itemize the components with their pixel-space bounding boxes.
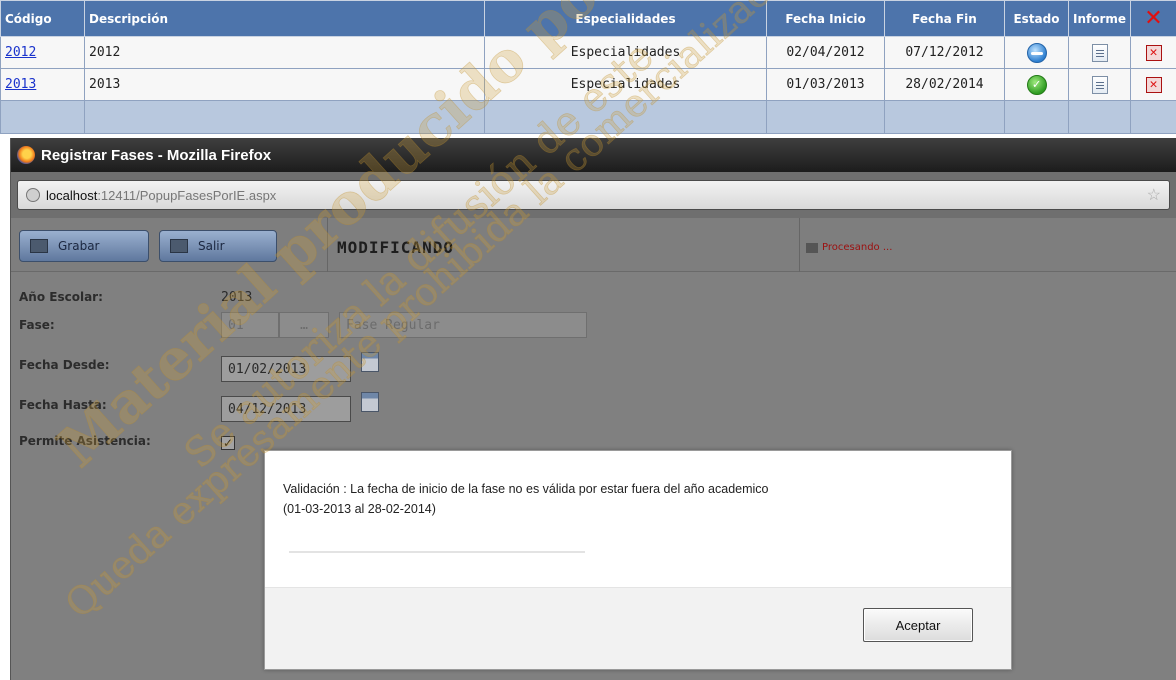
url-host: localhost (46, 187, 98, 203)
delete-icon[interactable]: ✕ (1145, 76, 1162, 93)
fecha-desde-field[interactable]: 01/02/2013 (221, 356, 351, 382)
fecha-hasta-label: Fecha Hasta: (19, 398, 107, 412)
save-icon (30, 239, 48, 253)
blue-minus-icon[interactable] (1026, 42, 1047, 63)
bookmark-star-icon[interactable]: ☆ (1147, 185, 1161, 205)
toolbar-divider (327, 218, 328, 272)
firefox-icon (17, 146, 35, 164)
codigo-link[interactable]: 2012 (5, 45, 36, 60)
fecha-inicio-cell: 01/03/2013 (766, 68, 885, 101)
anio-value: 2013 (221, 290, 253, 305)
table-row: 2012 2012 Especialidades 02/04/2012 07/1… (0, 36, 1176, 69)
validation-message-line2: (01-03-2013 al 28-02-2014) (283, 502, 436, 516)
informe-cell (1068, 68, 1131, 101)
report-icon[interactable] (1091, 75, 1108, 94)
table-row-empty (0, 100, 1176, 134)
url-bar: localhost:12411/PopupFasesPorIE.aspx ☆ (11, 172, 1176, 218)
fecha-fin-cell: 28/02/2014 (884, 68, 1005, 101)
delete-cell: ✕ (1130, 68, 1176, 101)
fecha-inicio-cell: 02/04/2012 (766, 36, 885, 69)
grid-header-row: Código Descripción Especialidades Fecha … (0, 0, 1176, 37)
loading-icon (806, 242, 818, 253)
toolbar-divider (799, 218, 800, 272)
table-row: 2013 2013 Especialidades 01/03/2013 28/0… (0, 68, 1176, 101)
informe-cell (1068, 36, 1131, 69)
fecha-fin-cell: 07/12/2012 (884, 36, 1005, 69)
fase-code-field[interactable]: 01 (221, 312, 279, 338)
window-title: Registrar Fases - Mozilla Firefox (41, 146, 272, 164)
col-header-informe[interactable]: Informe (1068, 0, 1131, 37)
col-header-fecha-inicio[interactable]: Fecha Inicio (766, 0, 885, 37)
delete-all-icon[interactable]: ✕ (1144, 6, 1162, 31)
validation-dialog: Validación : La fecha de inicio de la fa… (264, 450, 1012, 670)
form-toolbar: Grabar Salir MODIFICANDO Procesando ... (11, 218, 1176, 272)
delete-cell: ✕ (1130, 36, 1176, 69)
codigo-link[interactable]: 2013 (5, 77, 36, 92)
delete-icon[interactable]: ✕ (1145, 44, 1162, 61)
descripcion-cell: 2012 (84, 36, 485, 69)
address-field[interactable]: localhost:12411/PopupFasesPorIE.aspx ☆ (17, 180, 1170, 210)
col-header-descripcion[interactable]: Descripción (84, 0, 485, 37)
especialidades-cell: Especialidades (484, 68, 767, 101)
url-path: :12411/PopupFasesPorIE.aspx (97, 187, 277, 203)
descripcion-cell: 2013 (84, 68, 485, 101)
fase-label: Fase: (19, 318, 55, 332)
grabar-button[interactable]: Grabar (19, 230, 149, 262)
estado-cell (1004, 36, 1069, 69)
col-header-estado[interactable]: Estado (1004, 0, 1069, 37)
calendar-icon[interactable] (361, 352, 379, 372)
fase-lookup-button[interactable]: … (279, 312, 329, 338)
dialog-divider (289, 551, 585, 553)
col-header-delete: ✕ (1130, 0, 1176, 37)
asistencia-label: Permite Asistencia: (19, 434, 151, 448)
fecha-hasta-field[interactable]: 04/12/2013 (221, 396, 351, 422)
estado-cell: ✓ (1004, 68, 1069, 101)
salir-button[interactable]: Salir (159, 230, 277, 262)
validation-message: Validación : La fecha de inicio de la fa… (283, 479, 983, 519)
dialog-footer: Aceptar (265, 587, 1011, 669)
processing-text: Procesando ... (822, 242, 893, 253)
fecha-desde-label: Fecha Desde: (19, 358, 110, 372)
anio-label: Año Escolar: (19, 290, 103, 304)
validation-message-line1: Validación : La fecha de inicio de la fa… (283, 482, 769, 496)
fase-desc-field[interactable]: Fase Regular (339, 312, 587, 338)
aceptar-button[interactable]: Aceptar (863, 608, 973, 642)
exit-icon (170, 239, 188, 253)
globe-icon (26, 188, 40, 202)
green-check-icon[interactable]: ✓ (1026, 74, 1047, 95)
grabar-label: Grabar (58, 239, 100, 253)
col-header-codigo[interactable]: Código (0, 0, 85, 37)
col-header-fecha-fin[interactable]: Fecha Fin (884, 0, 1005, 37)
screen: Código Descripción Especialidades Fecha … (0, 0, 1176, 680)
mode-status: MODIFICANDO (337, 238, 454, 257)
asistencia-checkbox[interactable]: ✓ (221, 436, 235, 450)
fases-grid: Código Descripción Especialidades Fecha … (0, 0, 1176, 134)
report-icon[interactable] (1091, 43, 1108, 62)
calendar-icon[interactable] (361, 392, 379, 412)
processing-indicator: Procesando ... (806, 242, 892, 253)
window-titlebar[interactable]: Registrar Fases - Mozilla Firefox (11, 138, 1176, 172)
especialidades-cell: Especialidades (484, 36, 767, 69)
salir-label: Salir (198, 239, 225, 253)
col-header-especialidades[interactable]: Especialidades (484, 0, 767, 37)
